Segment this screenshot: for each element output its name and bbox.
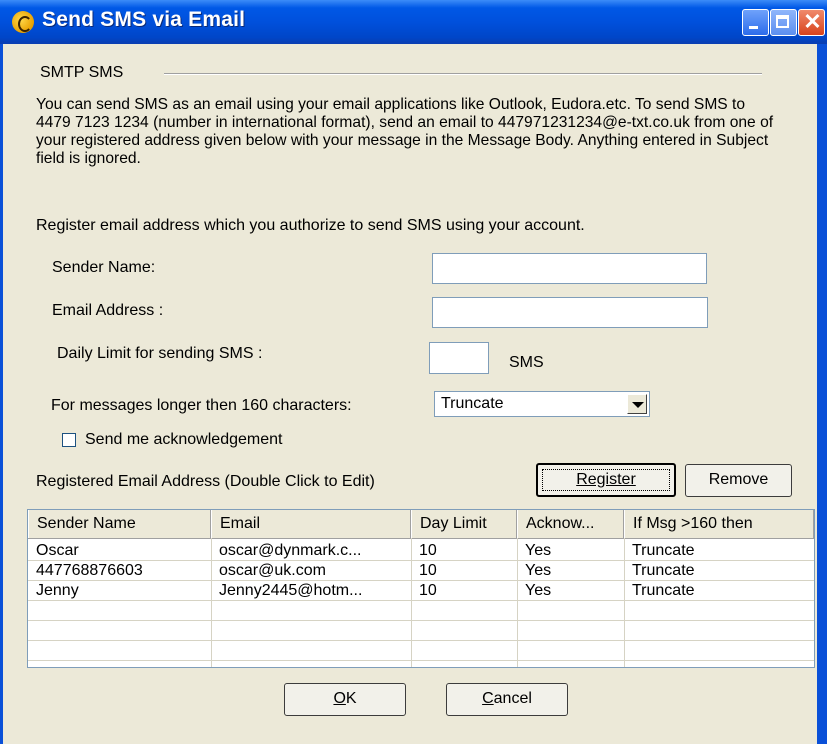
daily-limit-label: Daily Limit for sending SMS : (57, 345, 263, 362)
column-header-acknowledge[interactable]: Acknow... (517, 510, 624, 538)
table-cell: oscar@uk.com (219, 562, 326, 579)
table-cell: Yes (525, 582, 552, 599)
table-row[interactable]: 447768876603 oscar@uk.com 10 Yes Truncat… (28, 561, 814, 580)
ok-button[interactable]: OK (284, 683, 406, 716)
table-cell: 10 (419, 562, 437, 579)
table-row[interactable]: Jenny Jenny2445@hotm... 10 Yes Truncate (28, 581, 814, 600)
daily-limit-input[interactable] (429, 342, 489, 374)
remove-button[interactable]: Remove (685, 464, 792, 497)
row-gridline (28, 620, 814, 621)
daily-limit-unit: SMS (509, 354, 544, 371)
table-cell: Truncate (632, 562, 695, 579)
table-row[interactable]: Oscar oscar@dynmark.c... 10 Yes Truncate (28, 541, 814, 560)
cancel-button[interactable]: Cancel (446, 683, 568, 716)
title-bar[interactable]: Send SMS via Email ✕ (0, 0, 827, 44)
minimize-icon[interactable] (742, 9, 769, 36)
registered-email-list[interactable]: Sender Name Email Day Limit Acknow... If… (27, 509, 815, 668)
column-header-sender-name[interactable]: Sender Name (28, 510, 211, 538)
column-header-day-limit[interactable]: Day Limit (411, 510, 517, 538)
sender-name-input[interactable] (432, 253, 707, 284)
long-message-select[interactable]: Truncate (434, 391, 650, 417)
email-address-input[interactable] (432, 297, 708, 328)
cancel-button-label: ancel (493, 690, 532, 707)
table-cell: Jenny2445@hotm... (219, 582, 363, 599)
table-cell: 447768876603 (36, 562, 143, 579)
group-label: SMTP SMS (40, 64, 124, 81)
dialog-window: Send SMS via Email ✕ SMTP SMS You can se… (0, 0, 827, 744)
register-focus-rect (542, 469, 670, 491)
window-title: Send SMS via Email (42, 8, 246, 31)
table-cell: Yes (525, 542, 552, 559)
remove-button-label: Remove (708, 471, 769, 488)
sender-name-label: Sender Name: (52, 259, 156, 276)
column-header-long-message[interactable]: If Msg >160 then (624, 510, 814, 538)
app-icon[interactable] (12, 11, 34, 33)
dropdown-arrow-icon[interactable] (627, 394, 647, 414)
cancel-accelerator: C (482, 690, 494, 707)
table-cell: Oscar (36, 542, 79, 559)
acknowledgement-checkbox[interactable] (62, 433, 76, 447)
maximize-icon[interactable] (770, 9, 797, 36)
register-instructions: Register email address which you authori… (36, 217, 585, 234)
table-cell: Yes (525, 562, 552, 579)
ok-accelerator: O (333, 690, 346, 707)
list-header: Sender Name Email Day Limit Acknow... If… (28, 510, 814, 539)
long-message-label: For messages longer then 160 characters: (51, 397, 352, 414)
row-gridline (28, 600, 814, 601)
register-button[interactable]: Register (536, 463, 676, 497)
table-cell: Truncate (632, 582, 695, 599)
acknowledgement-label: Send me acknowledgement (85, 431, 283, 448)
table-cell: 10 (419, 582, 437, 599)
table-cell: 10 (419, 542, 437, 559)
registered-list-label: Registered Email Address (Double Click t… (36, 473, 375, 490)
close-icon[interactable]: ✕ (798, 9, 825, 36)
table-cell: Truncate (632, 542, 695, 559)
row-gridline (28, 640, 814, 641)
group-description: You can send SMS as an email using your … (36, 96, 774, 167)
table-cell: oscar@dynmark.c... (219, 542, 362, 559)
table-cell: Jenny (36, 582, 79, 599)
ok-button-label: K (345, 690, 357, 707)
row-gridline (28, 660, 814, 661)
column-header-email[interactable]: Email (211, 510, 411, 538)
email-address-label: Email Address : (52, 302, 164, 319)
group-divider (164, 73, 762, 75)
long-message-select-value: Truncate (441, 395, 504, 412)
